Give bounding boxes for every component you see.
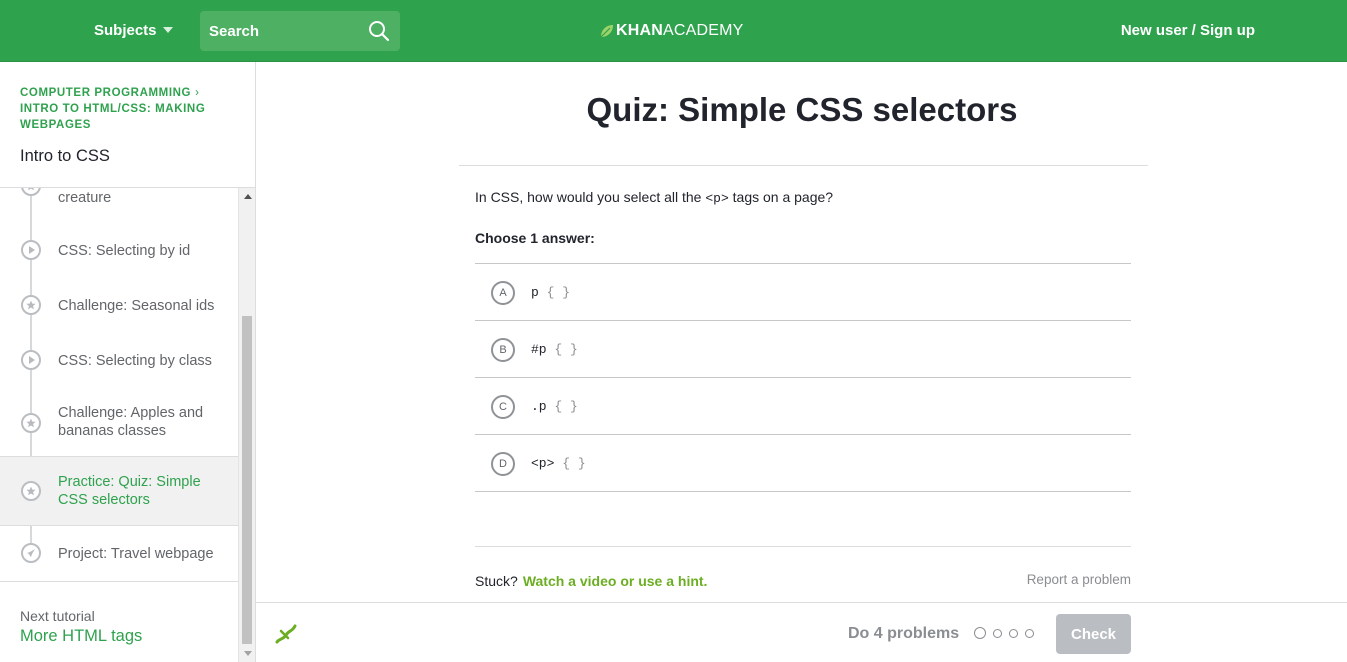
search-icon[interactable]	[368, 20, 390, 42]
scroll-thumb[interactable]	[242, 316, 252, 644]
star-icon	[21, 481, 41, 501]
arrow-down-icon	[243, 651, 252, 656]
subjects-dropdown[interactable]: Subjects	[94, 22, 173, 39]
page-title: Quiz: Simple CSS selectors	[586, 91, 1018, 128]
answer-selector: #p	[531, 342, 547, 357]
chevron-right-icon: ›	[195, 87, 200, 99]
answer-list: A p { } B #p { } C .p { } D <p> { }	[475, 263, 1131, 492]
play-icon	[21, 240, 41, 260]
answer-braces: { }	[562, 456, 586, 471]
sidebar-item-css-selecting-by-class[interactable]: CSS: Selecting by class	[0, 340, 238, 380]
tutorial-item-list: creature CSS: Selecting by id Challenge:…	[0, 188, 238, 581]
question-text: In CSS, how would you select all the <p>…	[475, 189, 833, 206]
answer-letter: B	[491, 338, 515, 362]
subjects-label: Subjects	[94, 22, 157, 39]
tutorial-title: Intro to CSS	[20, 147, 110, 165]
progress-dots	[974, 627, 1041, 639]
problems-remaining: Do 4 problems	[848, 625, 960, 642]
answer-letter: A	[491, 281, 515, 305]
tutorial-sidebar: COMPUTER PROGRAMMING › INTRO TO HTML/CSS:…	[0, 62, 256, 662]
top-navigation-bar: Subjects KHANACADEMY New user / Sign up	[0, 0, 1347, 62]
answer-selector: .p	[531, 399, 547, 414]
sidebar-item-creature[interactable]: creature	[0, 188, 238, 220]
star-icon	[21, 188, 41, 196]
arrow-up-icon	[243, 194, 252, 199]
sidebar-item-label: Challenge: Seasonal ids	[58, 298, 215, 314]
sidebar-item-css-selecting-by-id[interactable]: CSS: Selecting by id	[0, 230, 238, 270]
progress-dot	[993, 628, 1002, 638]
progress-dot	[1009, 628, 1018, 638]
scroll-up-button[interactable]	[239, 188, 256, 205]
answer-letter: D	[491, 452, 515, 476]
answer-option-c[interactable]: C .p { }	[475, 378, 1131, 435]
search-box	[200, 11, 400, 51]
chevron-down-icon	[162, 27, 173, 34]
answer-text: .p { }	[531, 399, 578, 414]
stuck-label: Stuck?	[475, 573, 518, 589]
answer-text: p { }	[531, 285, 570, 300]
sidebar-item-challenge-seasonal-ids[interactable]: Challenge: Seasonal ids	[0, 285, 238, 325]
sidebar-item-label: Challenge: Apples and bananas classes	[58, 405, 204, 439]
question-text-start: In CSS, how would you select all the	[475, 189, 706, 205]
play-icon	[21, 350, 41, 370]
sidebar-item-label: Project: Travel webpage	[58, 546, 214, 562]
breadcrumb-computer-programming[interactable]: COMPUTER PROGRAMMING ›	[20, 85, 200, 101]
answer-braces: { }	[554, 399, 578, 414]
check-button[interactable]: Check	[1056, 614, 1131, 654]
answer-text: #p { }	[531, 342, 578, 357]
sidebar-scrollbar[interactable]	[238, 188, 255, 662]
answer-option-a[interactable]: A p { }	[475, 264, 1131, 321]
sidebar-item-label: Practice: Quiz: Simple CSS selectors	[58, 474, 201, 508]
progress-dot	[1025, 628, 1034, 638]
exercise-footer: Do 4 problems Check	[256, 602, 1347, 662]
search-input[interactable]	[200, 11, 360, 51]
answer-braces: { }	[546, 285, 571, 300]
question-code: <p>	[705, 191, 729, 206]
scratchpad-pencil-icon[interactable]	[273, 620, 299, 646]
hint-link[interactable]: Watch a video or use a hint.	[523, 573, 708, 589]
sidebar-item-project-travel-webpage[interactable]: Project: Travel webpage	[0, 533, 238, 573]
question-text-end: tags on a page?	[728, 189, 834, 205]
divider	[459, 165, 1148, 166]
breadcrumb-intro-html-css[interactable]: INTRO TO HTML/CSS: MAKING WEBPAGES	[20, 101, 230, 133]
scroll-down-button[interactable]	[239, 645, 256, 662]
star-icon	[21, 413, 41, 433]
stuck-row: Stuck? Watch a video or use a hint.	[475, 573, 707, 589]
sidebar-item-challenge-apples-bananas[interactable]: Challenge: Apples and bananas classes	[0, 398, 238, 448]
divider	[475, 546, 1131, 547]
sidebar-item-practice-quiz[interactable]: Practice: Quiz: Simple CSS selectors	[0, 456, 238, 526]
star-icon	[21, 295, 41, 315]
logo-academy-text: ACADEMY	[663, 22, 744, 39]
progress-dot	[974, 627, 986, 639]
answer-selector: <p>	[531, 456, 555, 471]
khan-academy-logo[interactable]: KHAN ACADEMY	[600, 20, 744, 42]
answer-text: <p> { }	[531, 456, 586, 471]
answer-braces: { }	[554, 342, 578, 357]
answer-selector: p	[531, 285, 539, 300]
signup-link[interactable]: New user / Sign up	[1121, 22, 1255, 39]
sidebar-item-label: CSS: Selecting by id	[58, 243, 191, 259]
leaf-icon	[600, 25, 613, 38]
logo-khan-text: KHAN	[616, 22, 664, 39]
rocket-icon	[21, 543, 41, 563]
next-tutorial-label: Next tutorial	[20, 608, 95, 624]
sidebar-item-label: creature	[58, 190, 112, 206]
choose-answer-label: Choose 1 answer:	[475, 230, 595, 246]
report-problem-link[interactable]: Report a problem	[1027, 572, 1131, 587]
breadcrumb-label: COMPUTER PROGRAMMING	[20, 87, 192, 99]
sidebar-header: COMPUTER PROGRAMMING › INTRO TO HTML/CSS:…	[0, 62, 255, 188]
next-tutorial-section: Next tutorial More HTML tags	[0, 581, 238, 662]
next-tutorial-link[interactable]: More HTML tags	[20, 627, 142, 646]
answer-letter: C	[491, 395, 515, 419]
answer-option-b[interactable]: B #p { }	[475, 321, 1131, 378]
answer-option-d[interactable]: D <p> { }	[475, 435, 1131, 492]
sidebar-item-label: CSS: Selecting by class	[58, 353, 212, 369]
